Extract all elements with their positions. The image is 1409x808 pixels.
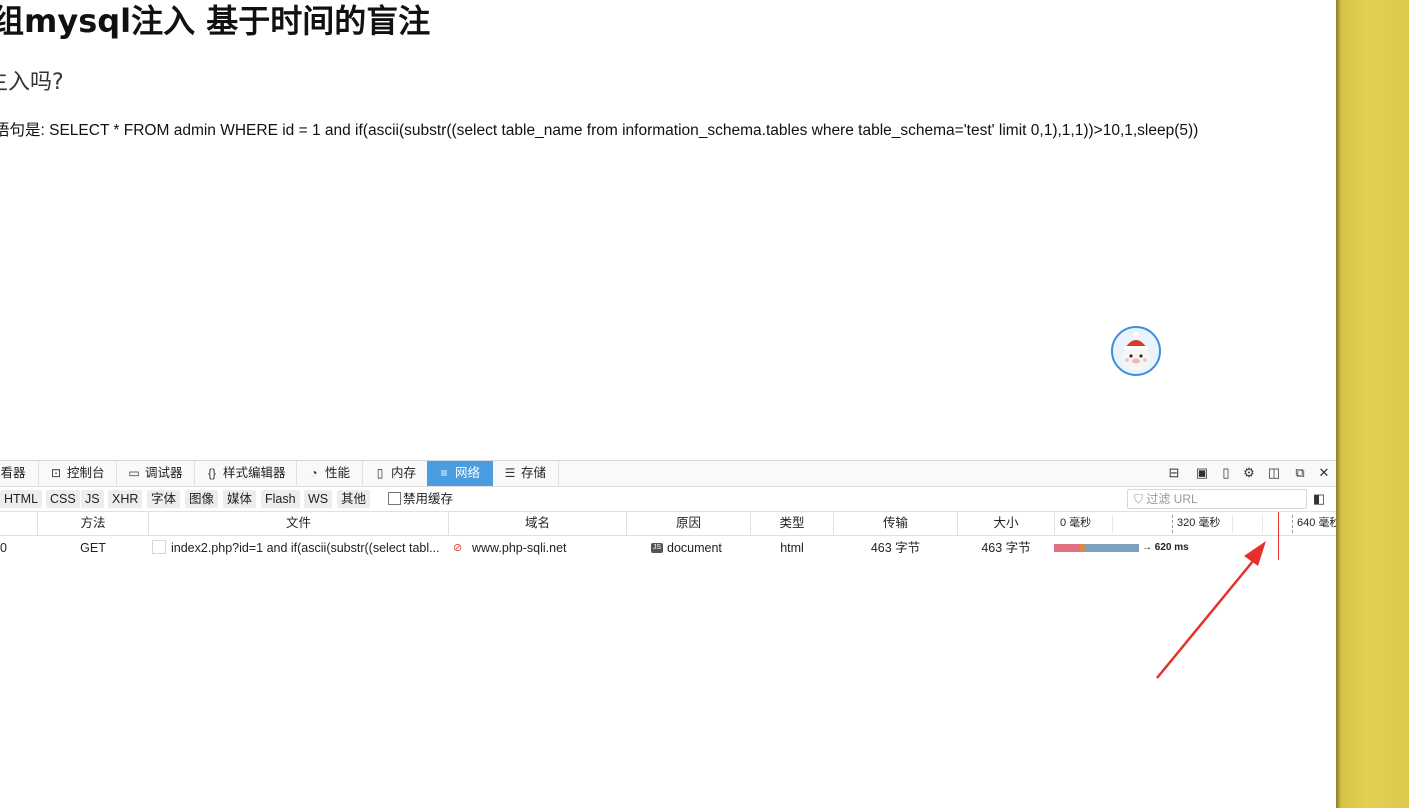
request-file: index2.php?id=1 and if(ascii(substr((sel… (171, 541, 440, 555)
timeline-divider (1172, 515, 1173, 533)
request-table-header: 方法 文件 域名 原因 类型 传输 大小 0 毫秒 320 毫秒 640 毫秒 (0, 512, 1336, 536)
filter-html[interactable]: HTML (0, 490, 43, 508)
filter-fonts[interactable]: 字体 (147, 490, 181, 508)
request-domain: www.php-sqli.net (472, 541, 567, 555)
request-timing: → 620 ms (1142, 542, 1189, 553)
filter-icon: ⛉ (1134, 492, 1147, 506)
request-type: html (780, 541, 804, 555)
request-status: 0 (0, 541, 7, 555)
network-icon: ≡ (440, 466, 448, 480)
desktop-background (1336, 0, 1409, 808)
performance-icon: ◔ (310, 466, 318, 480)
network-filter-bar: HTML CSS JS XHR 字体 图像 媒体 Flash WS 其他 禁用缓… (0, 487, 1336, 512)
insecure-lock-icon: ⊘ (453, 542, 463, 554)
web-page: 组mysql注入 基于时间的盲注 主入吗? 语句是: SELECT * FROM… (0, 0, 1336, 808)
column-type[interactable]: 类型 (751, 512, 834, 535)
filter-other[interactable]: 其他 (337, 490, 371, 508)
column-method[interactable]: 方法 (38, 512, 149, 535)
pig-avatar-icon (1122, 332, 1150, 370)
filter-ws[interactable]: WS (304, 490, 333, 508)
url-filter-placeholder: 过滤 URL (1146, 492, 1198, 506)
debugger-icon: ▭ (128, 466, 140, 480)
request-transferred: 463 字节 (870, 541, 921, 555)
tab-label: 查看器 (0, 466, 26, 480)
tab-label: 性能 (325, 466, 351, 480)
column-domain[interactable]: 域名 (449, 512, 627, 535)
memory-icon: ▯ (376, 466, 384, 480)
responsive-design-icon[interactable]: ▣ (1194, 465, 1210, 481)
timeline-label-1: 320 毫秒 (1177, 517, 1221, 529)
filter-images[interactable]: 图像 (185, 490, 219, 508)
tab-inspector[interactable]: 查看器 (0, 461, 36, 486)
style-editor-icon: {} (207, 466, 216, 480)
tab-label: 调试器 (145, 466, 183, 480)
url-filter-input[interactable]: ⛉ 过滤 URL (1127, 489, 1307, 509)
tab-label: 网络 (455, 466, 481, 480)
tab-debugger[interactable]: ▭ 调试器 (116, 461, 194, 486)
timeline-label-0: 0 毫秒 (1060, 517, 1092, 529)
tab-label: 内存 (391, 466, 417, 480)
filter-media[interactable]: 媒体 (223, 490, 257, 508)
storage-icon: ☰ (504, 466, 516, 480)
column-transferred[interactable]: 传输 (834, 512, 958, 535)
filter-css[interactable]: CSS (46, 490, 80, 508)
request-size: 463 字节 (981, 541, 1031, 555)
filter-xhr[interactable]: XHR (108, 490, 143, 508)
disable-cache-checkbox[interactable] (388, 492, 401, 505)
screenshot-icon[interactable]: ▯ (1218, 465, 1234, 481)
request-cause: document (667, 541, 722, 555)
window-edge-shadow (1336, 0, 1341, 808)
column-size[interactable]: 大小 (958, 512, 1055, 535)
timeline-divider (1262, 515, 1263, 533)
filter-flash[interactable]: Flash (261, 490, 300, 508)
tab-style-editor[interactable]: {} 样式编辑器 (194, 461, 296, 486)
tab-network[interactable]: ≡ 网络 (427, 461, 493, 486)
timeline-divider (1232, 515, 1233, 533)
separate-window-icon[interactable]: ⧉ (1292, 465, 1308, 481)
toggle-sidebar-icon[interactable]: ◧ (1311, 491, 1327, 507)
request-method: GET (80, 541, 106, 555)
gear-icon[interactable]: ⚙ (1241, 465, 1257, 481)
layout-dropdown-icon[interactable]: ⊟ (1166, 465, 1182, 481)
avatar[interactable] (1111, 326, 1161, 376)
console-icon: ⊡ (50, 466, 62, 480)
timeline-marker (1278, 512, 1279, 560)
timeline-divider (1292, 515, 1293, 533)
js-badge-icon: JS (651, 543, 663, 553)
tab-performance[interactable]: ◔ 性能 (296, 461, 362, 486)
table-row[interactable]: 0 GET index2.php?id=1 and if(ascii(subst… (0, 536, 1336, 560)
tab-label: 存储 (521, 466, 547, 480)
devtools-toolbar: 查看器 ⊡ 控制台 ▭ 调试器 {} 样式编辑器 ◔ 性能 ▯ 内存 ≡ 网络 ☰ 存储 (0, 461, 1336, 487)
tab-label: 控制台 (67, 466, 105, 480)
devtools-panel: 查看器 ⊡ 控制台 ▭ 调试器 {} 样式编辑器 ◔ 性能 ▯ 内存 ≡ 网络 ☰ 存储 (0, 460, 1336, 808)
sql-statement: 语句是: SELECT * FROM admin WHERE id = 1 an… (0, 122, 1199, 139)
page-title: 组mysql注入 基于时间的盲注 (0, 2, 431, 40)
filter-js[interactable]: JS (81, 490, 104, 508)
timing-bar-wait (1054, 544, 1080, 552)
dock-side-icon[interactable]: ◫ (1266, 465, 1282, 481)
timeline-label-2: 640 毫秒 (1297, 517, 1336, 529)
disable-cache-label: 禁用缓存 (403, 492, 454, 506)
page-subtitle: 主入吗? (0, 70, 64, 95)
file-thumbnail-icon (152, 540, 166, 554)
tab-label: 样式编辑器 (223, 466, 286, 480)
tab-memory[interactable]: ▯ 内存 (362, 461, 427, 486)
column-cause[interactable]: 原因 (627, 512, 751, 535)
column-file[interactable]: 文件 (149, 512, 449, 535)
close-icon[interactable]: ✕ (1316, 465, 1332, 481)
timeline-divider (1112, 515, 1113, 533)
timing-bar-receive (1086, 544, 1139, 552)
tab-console[interactable]: ⊡ 控制台 (38, 461, 116, 486)
tab-storage[interactable]: ☰ 存储 (493, 461, 559, 486)
column-status[interactable] (0, 512, 38, 535)
